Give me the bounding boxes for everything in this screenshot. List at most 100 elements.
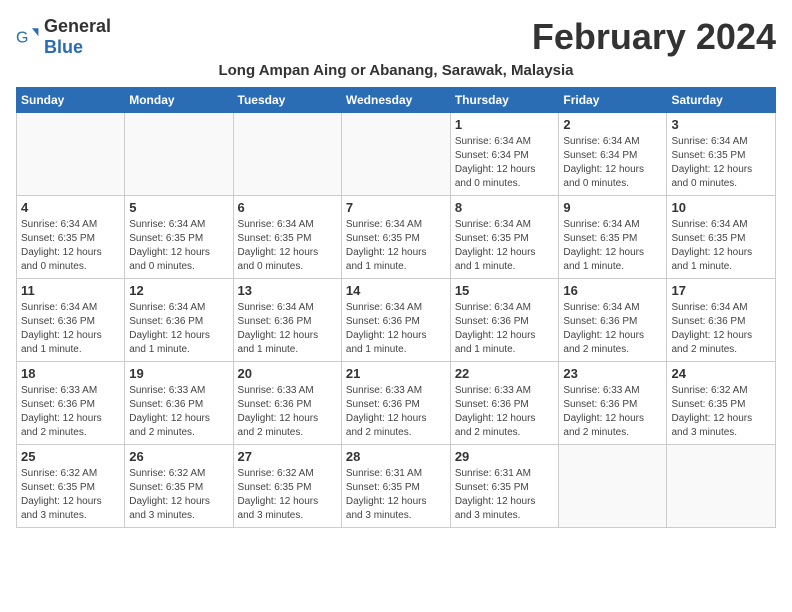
day-info: Sunrise: 6:33 AMSunset: 6:36 PMDaylight:…	[563, 384, 662, 440]
calendar-cell: 13 Sunrise: 6:34 AMSunset: 6:36 PMDayligh…	[233, 279, 341, 362]
day-header-friday: Friday	[559, 88, 667, 113]
calendar-cell: 8 Sunrise: 6:34 AMSunset: 6:35 PMDaylight…	[450, 196, 559, 279]
calendar-cell	[341, 113, 450, 196]
calendar-cell: 20 Sunrise: 6:33 AMSunset: 6:36 PMDayligh…	[233, 362, 341, 445]
day-info: Sunrise: 6:34 AMSunset: 6:36 PMDaylight:…	[129, 301, 228, 357]
calendar-cell: 29 Sunrise: 6:31 AMSunset: 6:35 PMDayligh…	[450, 445, 559, 528]
logo-blue: Blue	[44, 37, 83, 57]
calendar-cell: 23 Sunrise: 6:33 AMSunset: 6:36 PMDayligh…	[559, 362, 667, 445]
day-number: 14	[346, 283, 446, 298]
calendar-cell: 1 Sunrise: 6:34 AMSunset: 6:34 PMDaylight…	[450, 113, 559, 196]
calendar-cell: 25 Sunrise: 6:32 AMSunset: 6:35 PMDayligh…	[17, 445, 125, 528]
calendar-cell: 2Sunrise: 6:34 AMSunset: 6:34 PMDaylight…	[559, 113, 667, 196]
page-subtitle: Long Ampan Aing or Abanang, Sarawak, Mal…	[16, 62, 776, 79]
day-number: 2	[563, 117, 662, 132]
day-info: Sunrise: 6:34 AMSunset: 6:35 PMDaylight:…	[129, 218, 228, 274]
day-number: 5	[129, 200, 228, 215]
day-number: 27	[238, 449, 337, 464]
day-info: Sunrise: 6:34 AMSunset: 6:35 PMDaylight:…	[346, 218, 446, 274]
calendar-cell	[17, 113, 125, 196]
day-info: Sunrise: 6:34 AMSunset: 6:36 PMDaylight:…	[671, 301, 771, 357]
calendar-cell	[559, 445, 667, 528]
calendar-cell: 3 Sunrise: 6:34 AMSunset: 6:35 PMDaylight…	[667, 113, 776, 196]
calendar-cell: 10Sunrise: 6:34 AMSunset: 6:35 PMDayligh…	[667, 196, 776, 279]
day-info: Sunrise: 6:34 AMSunset: 6:36 PMDaylight:…	[21, 301, 120, 357]
day-number: 28	[346, 449, 446, 464]
day-number: 8	[455, 200, 555, 215]
calendar-week-1: 4Sunrise: 6:34 AMSunset: 6:35 PMDaylight…	[17, 196, 776, 279]
calendar-cell: 12 Sunrise: 6:34 AMSunset: 6:36 PMDayligh…	[125, 279, 233, 362]
calendar-week-2: 11 Sunrise: 6:34 AMSunset: 6:36 PMDayligh…	[17, 279, 776, 362]
day-header-thursday: Thursday	[450, 88, 559, 113]
calendar-cell: 11 Sunrise: 6:34 AMSunset: 6:36 PMDayligh…	[17, 279, 125, 362]
calendar-cell: 15Sunrise: 6:34 AMSunset: 6:36 PMDayligh…	[450, 279, 559, 362]
day-number: 12	[129, 283, 228, 298]
day-number: 23	[563, 366, 662, 381]
calendar-week-3: 18 Sunrise: 6:33 AMSunset: 6:36 PMDayligh…	[17, 362, 776, 445]
day-number: 29	[455, 449, 555, 464]
day-info: Sunrise: 6:33 AMSunset: 6:36 PMDaylight:…	[21, 384, 120, 440]
day-header-saturday: Saturday	[667, 88, 776, 113]
calendar-cell: 24 Sunrise: 6:32 AMSunset: 6:35 PMDayligh…	[667, 362, 776, 445]
calendar-week-4: 25 Sunrise: 6:32 AMSunset: 6:35 PMDayligh…	[17, 445, 776, 528]
calendar-cell: 22 Sunrise: 6:33 AMSunset: 6:36 PMDayligh…	[450, 362, 559, 445]
calendar-cell: 16 Sunrise: 6:34 AMSunset: 6:36 PMDayligh…	[559, 279, 667, 362]
day-header-monday: Monday	[125, 88, 233, 113]
calendar-cell: 21Sunrise: 6:33 AMSunset: 6:36 PMDayligh…	[341, 362, 450, 445]
calendar-cell: 18 Sunrise: 6:33 AMSunset: 6:36 PMDayligh…	[17, 362, 125, 445]
day-info: Sunrise: 6:34 AMSunset: 6:35 PMDaylight:…	[21, 218, 120, 274]
day-number: 21	[346, 366, 446, 381]
day-info: Sunrise: 6:33 AMSunset: 6:36 PMDaylight:…	[129, 384, 228, 440]
day-number: 11	[21, 283, 120, 298]
day-info: Sunrise: 6:34 AMSunset: 6:35 PMDaylight:…	[563, 218, 662, 274]
day-info: Sunrise: 6:34 AMSunset: 6:36 PMDaylight:…	[238, 301, 337, 357]
day-info: Sunrise: 6:33 AMSunset: 6:36 PMDaylight:…	[238, 384, 337, 440]
day-info: Sunrise: 6:34 AMSunset: 6:35 PMDaylight:…	[238, 218, 337, 274]
calendar-cell	[125, 113, 233, 196]
day-info: Sunrise: 6:32 AMSunset: 6:35 PMDaylight:…	[671, 384, 771, 440]
day-header-sunday: Sunday	[17, 88, 125, 113]
day-number: 6	[238, 200, 337, 215]
logo: G General Blue	[16, 16, 111, 58]
calendar-cell: 17 Sunrise: 6:34 AMSunset: 6:36 PMDayligh…	[667, 279, 776, 362]
day-number: 24	[671, 366, 771, 381]
day-number: 22	[455, 366, 555, 381]
day-number: 15	[455, 283, 555, 298]
calendar-cell: 9Sunrise: 6:34 AMSunset: 6:35 PMDaylight…	[559, 196, 667, 279]
calendar-cell	[233, 113, 341, 196]
day-header-wednesday: Wednesday	[341, 88, 450, 113]
calendar-cell: 6 Sunrise: 6:34 AMSunset: 6:35 PMDaylight…	[233, 196, 341, 279]
day-info: Sunrise: 6:33 AMSunset: 6:36 PMDaylight:…	[455, 384, 555, 440]
day-number: 25	[21, 449, 120, 464]
day-info: Sunrise: 6:34 AMSunset: 6:35 PMDaylight:…	[671, 135, 771, 191]
calendar: SundayMondayTuesdayWednesdayThursdayFrid…	[16, 87, 776, 528]
day-info: Sunrise: 6:34 AMSunset: 6:35 PMDaylight:…	[671, 218, 771, 274]
day-info: Sunrise: 6:32 AMSunset: 6:35 PMDaylight:…	[238, 467, 337, 523]
day-number: 16	[563, 283, 662, 298]
svg-text:G: G	[16, 30, 28, 47]
logo-general: General	[44, 16, 111, 36]
logo-icon: G	[16, 25, 40, 49]
month-title: February 2024	[532, 16, 776, 58]
calendar-header-row: SundayMondayTuesdayWednesdayThursdayFrid…	[17, 88, 776, 113]
day-number: 3	[671, 117, 771, 132]
day-number: 17	[671, 283, 771, 298]
day-number: 26	[129, 449, 228, 464]
day-number: 7	[346, 200, 446, 215]
day-info: Sunrise: 6:34 AMSunset: 6:34 PMDaylight:…	[455, 135, 555, 191]
calendar-cell: 14Sunrise: 6:34 AMSunset: 6:36 PMDayligh…	[341, 279, 450, 362]
day-number: 20	[238, 366, 337, 381]
day-number: 19	[129, 366, 228, 381]
calendar-week-0: 1 Sunrise: 6:34 AMSunset: 6:34 PMDaylight…	[17, 113, 776, 196]
day-info: Sunrise: 6:32 AMSunset: 6:35 PMDaylight:…	[21, 467, 120, 523]
day-number: 13	[238, 283, 337, 298]
header: G General Blue February 2024	[16, 16, 776, 58]
day-number: 18	[21, 366, 120, 381]
day-header-tuesday: Tuesday	[233, 88, 341, 113]
calendar-cell	[667, 445, 776, 528]
day-info: Sunrise: 6:34 AMSunset: 6:36 PMDaylight:…	[563, 301, 662, 357]
day-info: Sunrise: 6:31 AMSunset: 6:35 PMDaylight:…	[455, 467, 555, 523]
calendar-cell: 27 Sunrise: 6:32 AMSunset: 6:35 PMDayligh…	[233, 445, 341, 528]
day-number: 1	[455, 117, 555, 132]
day-info: Sunrise: 6:34 AMSunset: 6:35 PMDaylight:…	[455, 218, 555, 274]
